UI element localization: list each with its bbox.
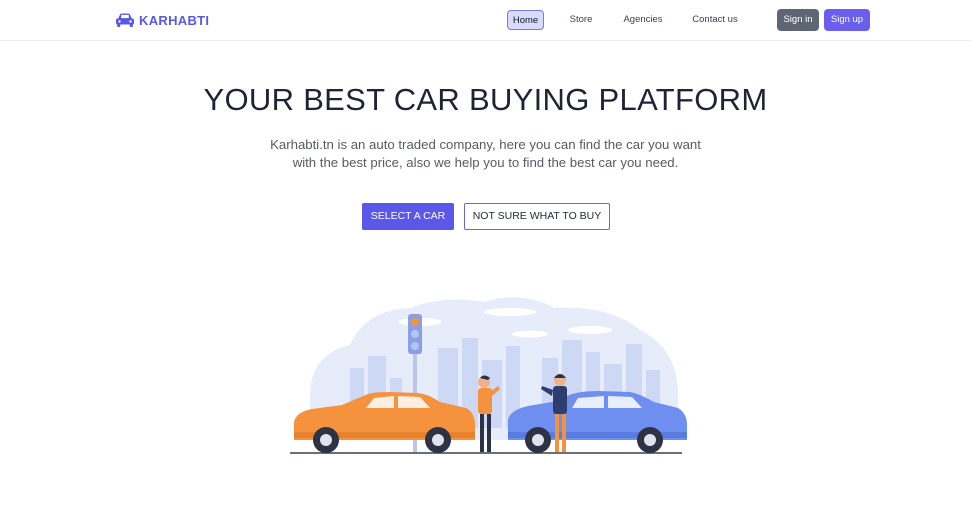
car-logo-icon [115,12,135,28]
brand-name: KARHABTI [139,12,210,28]
nav-agencies[interactable]: Agencies [621,10,665,30]
hero-title: YOUR BEST CAR BUYING PLATFORM [203,82,768,117]
hero-subtitle: Karhabti.tn is an auto traded company, h… [270,137,701,170]
car-accident-illustration [280,290,700,460]
nav-contact-us[interactable]: Contact us [690,10,740,30]
top-navbar: KARHABTI Home Store Agencies Contact us … [0,0,971,41]
brand-logo[interactable]: KARHABTI [115,10,209,30]
nav-store[interactable]: Store [566,10,596,30]
not-sure-button[interactable]: NOT SURE WHAT TO BUY [464,203,610,230]
sign-in-button[interactable]: Sign in [777,9,819,31]
select-car-button[interactable]: SELECT A CAR [362,203,454,230]
sign-up-button[interactable]: Sign up [824,9,870,31]
nav-home[interactable]: Home [507,10,544,30]
